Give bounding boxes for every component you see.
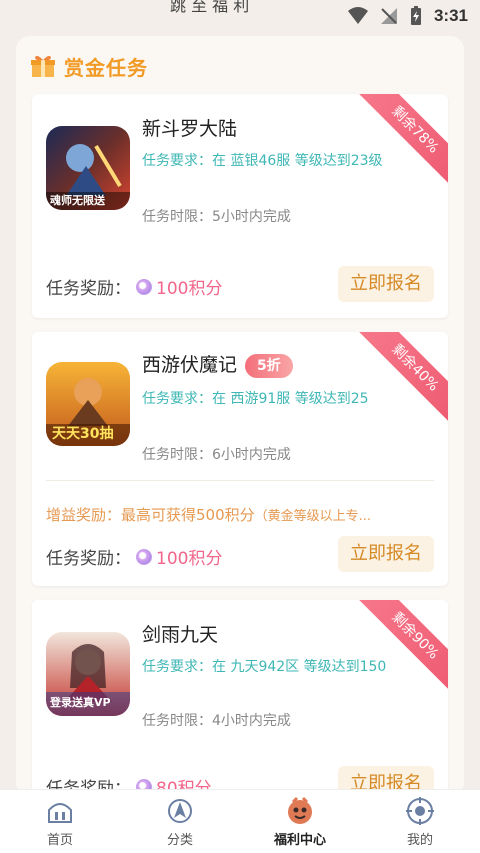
no-signal-icon (380, 8, 397, 24)
battery-charging-icon (410, 6, 421, 25)
nav-label: 福利中心 (273, 832, 326, 848)
reward-label: 任务奖励： (46, 279, 131, 299)
reward-value: 100积分 (136, 274, 222, 299)
header-cut-text: 跳 至 福 利 (170, 0, 250, 15)
gift-icon (31, 55, 55, 77)
bottom-nav: 首页 分类 福利中心 我的 (0, 789, 480, 853)
task-time-limit: 任务时限：6小时内完成 (142, 447, 291, 463)
task-time-limit: 任务时限：4小时内完成 (142, 713, 291, 729)
task-requirement: 任务要求：在 蓝银46服 等级达到23级 (142, 153, 383, 169)
reward-label: 任务奖励： (46, 549, 131, 569)
bonus-reward: 增益奖励：最高可获得500积分（黄金等级以上专... (46, 506, 372, 524)
task-card[interactable]: 剩余78% 魂师无限送 新斗罗大陆 任务要求：在 蓝银46服 等级达到23级 任… (32, 94, 448, 318)
nav-label: 我的 (406, 832, 433, 848)
bounty-panel: 赏金任务 剩余78% 魂师无限送 新斗罗大陆 任务要求：在 蓝银46服 等级达到… (16, 36, 464, 796)
panel-header: 赏金任务 (16, 36, 464, 96)
status-bar: 跳 至 福 利 3:31 (0, 0, 480, 32)
icon-caption: 天天30抽 (52, 426, 114, 442)
game-title: 新斗罗大陆 (142, 118, 238, 140)
game-icon[interactable]: 魂师无限送 (46, 126, 130, 210)
nav-item-home[interactable]: 首页 (0, 790, 120, 853)
nav-label: 分类 (166, 832, 193, 848)
welfare-icon (288, 796, 312, 824)
task-card[interactable]: 剩余40% 天天30抽 西游伏魔记 5折 任务要求：在 西游91服 等级达到25 … (32, 332, 448, 586)
status-time: 3:31 (433, 6, 468, 25)
game-title: 剑雨九天 (142, 624, 219, 646)
remaining-ribbon: 剩余90% (359, 600, 448, 692)
signup-button[interactable]: 立即报名 (338, 266, 434, 302)
nav-item-profile[interactable]: 我的 (360, 790, 480, 853)
profile-icon (406, 796, 434, 825)
reward-value: 100积分 (136, 544, 222, 569)
icon-caption: 登录送真VP (50, 696, 111, 709)
wifi-icon (347, 7, 368, 24)
nav-item-category[interactable]: 分类 (120, 790, 240, 853)
task-card[interactable]: 剩余90% 登录送真VP 剑雨九天 任务要求：在 九天942区 等级达到150 … (32, 600, 448, 796)
remaining-ribbon: 剩余40% (359, 332, 448, 424)
category-icon (168, 798, 192, 823)
icon-caption: 魂师无限送 (50, 194, 105, 207)
task-requirement: 任务要求：在 九天942区 等级达到150 (142, 659, 387, 675)
nav-item-welfare[interactable]: 福利中心 (240, 790, 360, 853)
task-time-limit: 任务时限：5小时内完成 (142, 209, 291, 225)
nav-label: 首页 (46, 832, 73, 848)
home-icon (48, 802, 72, 823)
points-coin-icon (136, 278, 152, 295)
signup-button[interactable]: 立即报名 (338, 536, 434, 572)
discount-badge: 5折 (245, 353, 293, 378)
game-icon[interactable]: 登录送真VP (46, 632, 130, 716)
task-requirement: 任务要求：在 西游91服 等级达到25 (142, 391, 369, 407)
panel-title: 赏金任务 (64, 55, 148, 80)
remaining-ribbon: 剩余78% (359, 94, 448, 186)
game-title-row: 西游伏魔记 5折 (142, 350, 293, 378)
points-coin-icon (136, 548, 152, 565)
game-icon[interactable]: 天天30抽 (46, 362, 130, 446)
game-title: 西游伏魔记 (142, 354, 238, 376)
divider (46, 480, 434, 481)
bonus-note: （黄金等级以上专... (254, 509, 372, 524)
